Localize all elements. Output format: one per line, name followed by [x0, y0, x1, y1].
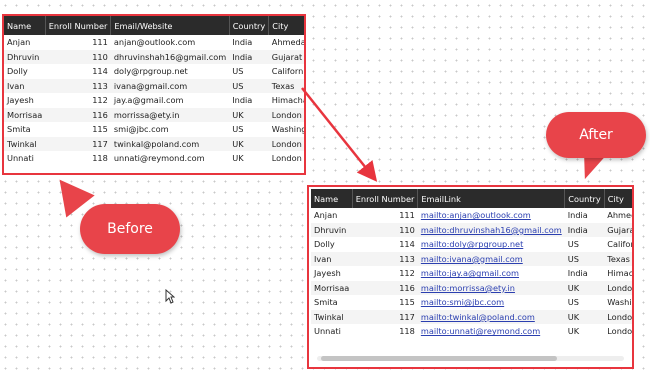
before-to-after-arrow [301, 87, 378, 182]
mouse-pointer-icon [165, 288, 176, 308]
before-callout: Before [80, 204, 180, 254]
before-callout-label: Before [107, 221, 153, 237]
after-callout-label: After [579, 127, 613, 143]
after-callout: After [546, 112, 646, 158]
